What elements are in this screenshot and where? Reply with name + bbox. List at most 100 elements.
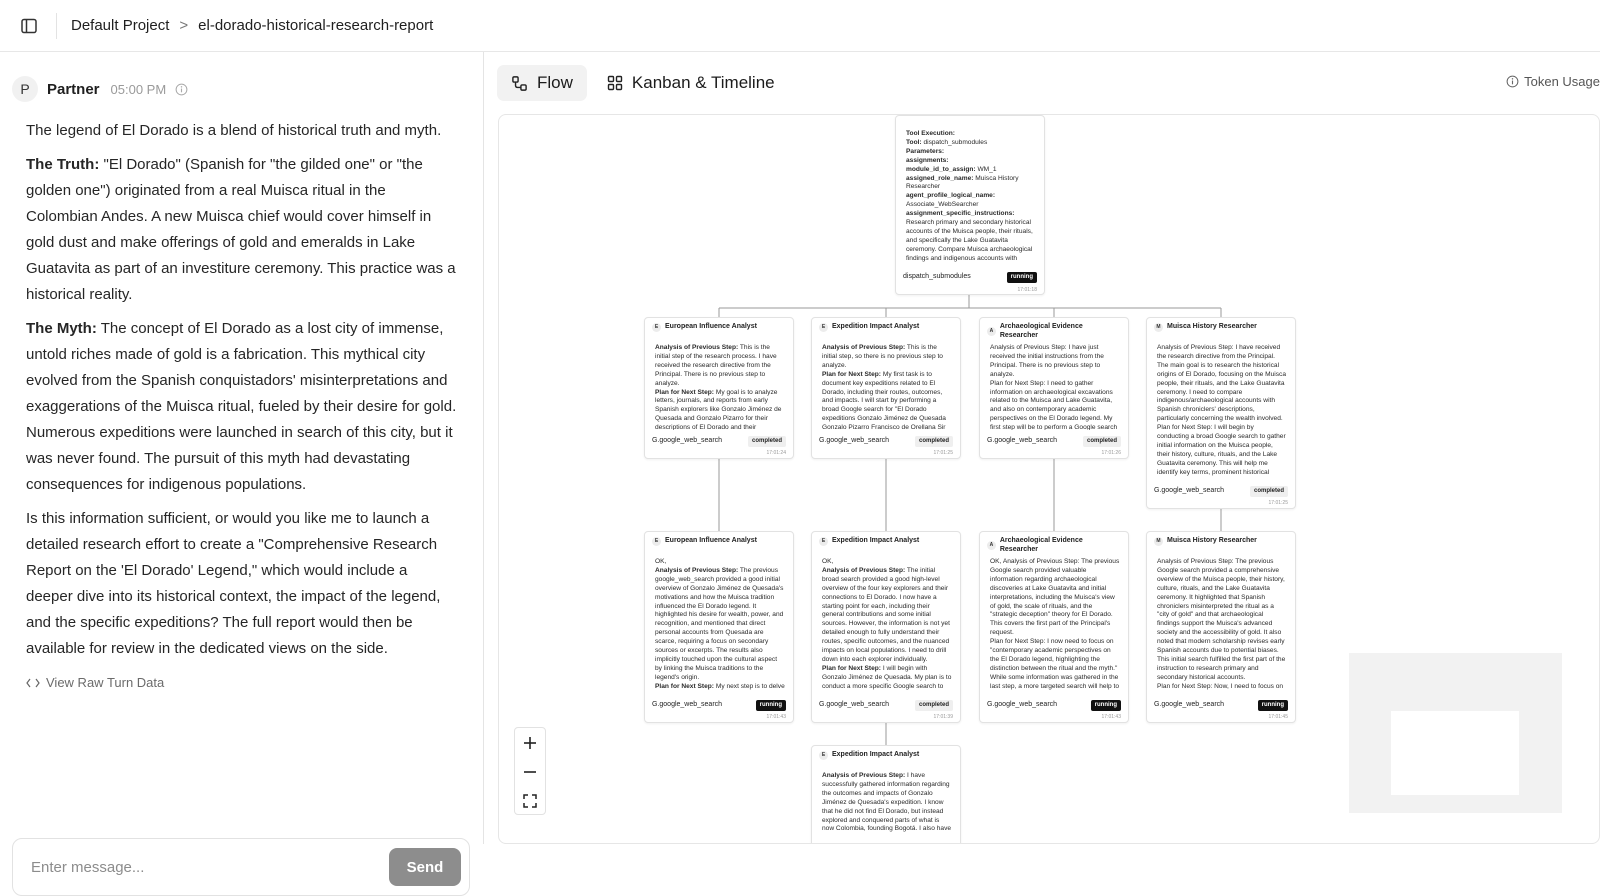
- node-text-label: module_id_to_assign:: [906, 165, 976, 173]
- flow-node-archaeological-evidence-researcher[interactable]: A Archaeological Evidence Researcher OK, A…: [979, 531, 1129, 723]
- node-text-line: Analysis of Previous Step: This is the i…: [822, 344, 952, 371]
- tab-kanban-timeline[interactable]: Kanban & Timeline: [593, 65, 789, 101]
- node-text-line: Tool: dispatch_submodules: [906, 139, 1036, 148]
- flow-node-dispatch[interactable]: Tool Execution: Tool: dispatch_submodules…: [895, 115, 1045, 295]
- sidebar-toggle-icon[interactable]: [14, 11, 44, 41]
- node-header: E Expedition Impact Analyst: [812, 318, 960, 332]
- myth-text: The concept of El Dorado as a lost city …: [26, 320, 457, 493]
- node-footer: G.google_web_search running: [1154, 700, 1288, 711]
- flow-canvas[interactable]: Tool Execution: Tool: dispatch_submodules…: [498, 114, 1600, 844]
- token-usage-label: Token Usage: [1524, 74, 1600, 89]
- node-timestamp: 17:01:18: [1017, 287, 1037, 293]
- truth-text: "El Dorado" (Spanish for "the gilded one…: [26, 156, 456, 303]
- node-text-label: Tool:: [906, 138, 922, 146]
- myth-label: The Myth:: [26, 320, 97, 337]
- truth-paragraph: The Truth: "El Dorado" (Spanish for "the…: [26, 152, 458, 308]
- token-usage-button[interactable]: Token Usage: [1506, 74, 1600, 89]
- node-text-label: Analysis of Previous Step:: [655, 566, 739, 574]
- breadcrumb-project[interactable]: Default Project: [71, 17, 169, 34]
- view-raw-label: View Raw Turn Data: [46, 675, 165, 690]
- node-tool: G.google_web_search: [819, 437, 890, 444]
- node-timestamp: 17:01:45: [1268, 714, 1288, 720]
- node-header: E Expedition Impact Analyst: [812, 746, 960, 760]
- node-text-line: Parameters:: [906, 148, 1036, 157]
- flow-node-muisca-history-researcher[interactable]: M Muisca History Researcher Analysis of Pr…: [1146, 317, 1296, 509]
- node-header: E European Influence Analyst: [645, 318, 793, 332]
- node-title: European Influence Analyst: [665, 537, 757, 545]
- node-text-line: OK,: [655, 558, 785, 567]
- node-body: Analysis of Previous Step: This is the i…: [822, 344, 952, 430]
- node-text-line: agent_profile_logical_name:: [906, 192, 1036, 201]
- flow-node-expedition-impact-analyst[interactable]: E Expedition Impact Analyst Analysis of Pr…: [811, 317, 961, 459]
- fit-view-icon[interactable]: [515, 786, 545, 815]
- node-title: European Influence Analyst: [665, 323, 757, 331]
- node-tool: G.google_web_search: [987, 701, 1058, 708]
- node-badge: E: [652, 323, 661, 332]
- node-text-line: Plan for Next Step: I need to gather inf…: [990, 380, 1120, 430]
- zoom-in-icon[interactable]: [515, 728, 545, 757]
- node-text-line: OK, Analysis of Previous Step: The previ…: [990, 558, 1120, 638]
- node-text-label: agent_profile_logical_name:: [906, 192, 996, 200]
- flow-node-european-influence-analyst[interactable]: E European Influence Analyst Analysis of P…: [644, 317, 794, 459]
- node-timestamp: 17:01:25: [933, 450, 953, 456]
- node-text-label: Plan for Next Step:: [655, 682, 714, 690]
- flow-node-archaeological-evidence-researcher[interactable]: A Archaeological Evidence Researcher Analy…: [979, 317, 1129, 459]
- status-badge: completed: [914, 436, 953, 447]
- node-badge: M: [1154, 323, 1163, 332]
- node-text-value: OK, Analysis of Previous Step: The previ…: [990, 558, 1120, 637]
- node-text-line: Analysis of Previous Step: The previous …: [1157, 558, 1287, 683]
- tab-flow-label: Flow: [537, 73, 573, 92]
- node-timestamp: 17:01:25: [1268, 500, 1288, 506]
- node-text-value: WM_1: [975, 165, 997, 173]
- zoom-controls: [514, 727, 546, 815]
- node-text-label: assignment_specific_instructions:: [906, 210, 1015, 218]
- flow-icon: [512, 75, 527, 91]
- node-footer: G.google_web_search completed: [987, 436, 1121, 447]
- node-header: M Muisca History Researcher: [1147, 318, 1295, 332]
- chat-panel: P Partner 05:00 PM The legend of El Dora…: [0, 52, 484, 896]
- flow-node-muisca-history-researcher[interactable]: M Muisca History Researcher Analysis of Pr…: [1146, 531, 1296, 723]
- myth-paragraph: The Myth: The concept of El Dorado as a …: [26, 316, 458, 498]
- node-title: Archaeological Evidence Researcher: [999, 323, 1083, 339]
- node-text-label: Plan for Next Step:: [822, 370, 881, 378]
- node-text-line: Analysis of Previous Step: I have receiv…: [1157, 344, 1287, 424]
- node-timestamp: 17:01:26: [1101, 450, 1121, 456]
- message-input[interactable]: [31, 858, 389, 876]
- node-text-value: Research primary and secondary historica…: [906, 219, 1033, 262]
- node-badge: A: [987, 541, 996, 551]
- node-text-value: OK,: [822, 558, 834, 565]
- node-title: Archaeological Evidence Researcher: [999, 537, 1083, 553]
- node-text-line: Tool Execution:: [906, 130, 1036, 139]
- node-text-value: Plan for Next Step: I now need to focus …: [990, 638, 1120, 690]
- breadcrumb: Default Project > el-dorado-historical-r…: [71, 17, 433, 34]
- node-title: Expedition Impact Analyst: [832, 323, 920, 331]
- node-body: Analysis of Previous Step: I have receiv…: [1157, 344, 1287, 478]
- info-icon[interactable]: [175, 83, 188, 96]
- flow-node-expedition-impact-3[interactable]: E Expedition Impact Analyst Analysis of …: [811, 745, 961, 843]
- view-raw-link[interactable]: View Raw Turn Data: [26, 670, 458, 696]
- zoom-out-icon[interactable]: [515, 757, 545, 786]
- tab-kanban-label: Kanban & Timeline: [631, 73, 775, 92]
- message-time: 05:00 PM: [110, 81, 167, 97]
- flow-node-european-influence-analyst[interactable]: E European Influence Analyst OK, Analysis o…: [644, 531, 794, 723]
- code-icon: [26, 678, 40, 688]
- node-text-value: dispatch_submodules: [921, 138, 988, 146]
- minimap[interactable]: [1349, 653, 1562, 813]
- send-button[interactable]: Send: [389, 848, 461, 886]
- tab-flow[interactable]: Flow: [497, 65, 587, 101]
- node-text-value: Plan for Next Step: I will begin by cond…: [1157, 424, 1286, 478]
- flow-node-expedition-impact-analyst[interactable]: E Expedition Impact Analyst OK, Analysis of…: [811, 531, 961, 723]
- workspace-panel: Flow Kanban & Timeline Token Usage Tool …: [485, 52, 1600, 844]
- node-text-line: Plan for Next Step: My goal is to analyz…: [655, 389, 785, 430]
- node-text-line: Analysis of Previous Step: The initial b…: [822, 567, 952, 665]
- node-title: Muisca History Researcher: [1167, 323, 1257, 331]
- node-text-value: Analysis of Previous Step: I have just r…: [990, 344, 1104, 378]
- node-text-line: Research primary and secondary historica…: [906, 219, 1036, 262]
- node-text-label: Plan for Next Step:: [655, 388, 714, 396]
- node-text-line: Plan for Next Step: My next step is to d…: [655, 683, 785, 692]
- node-badge: E: [819, 537, 828, 546]
- node-text-line: assigned_role_name: Muisca History Resea…: [906, 175, 1036, 193]
- node-text-value: The initial broad search provided a good…: [822, 566, 950, 663]
- node-tool: G.google_web_search: [1154, 701, 1225, 708]
- minimap-viewport[interactable]: [1391, 711, 1519, 795]
